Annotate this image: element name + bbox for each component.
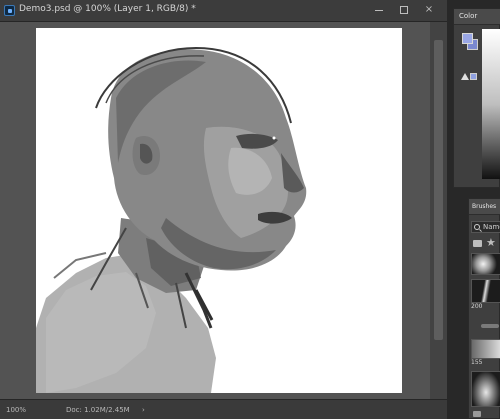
color-panel: Color [453,8,500,188]
color-picker-field[interactable] [482,29,500,179]
star-icon[interactable]: ★ [486,236,496,249]
close-button[interactable]: × [422,3,436,17]
foreground-color-swatch[interactable] [462,33,473,44]
scrollbar-thumb[interactable] [434,40,443,340]
document-title: Demo3.psd @ 100% (Layer 1, RGB/8) * [19,4,196,14]
brush-preview[interactable] [471,339,500,359]
brushes-panel-tab[interactable]: Brushes [469,199,500,215]
brush-preview[interactable] [471,253,500,275]
warning-triangle-icon[interactable] [461,73,469,80]
panel-options-icon[interactable] [473,411,481,417]
vertical-scrollbar[interactable] [430,22,447,399]
color-tab-label: Color [459,12,478,20]
document-window: Demo3.psd @ 100% (Layer 1, RGB/8) * × 10… [0,0,447,419]
brush-size-label: 200 [471,303,483,310]
maximize-button[interactable] [397,3,411,17]
folder-icon[interactable] [473,240,482,247]
brushes-tab-label: Brushes [472,203,497,210]
minimize-button[interactable] [372,3,386,17]
search-icon [474,224,480,230]
brush-preview[interactable] [471,279,500,303]
eye-highlight [272,136,276,140]
brush-preview[interactable] [471,371,500,407]
color-panel-tab[interactable]: Color [454,9,500,25]
photoshop-app: Demo3.psd @ 100% (Layer 1, RGB/8) * × 10… [0,0,500,419]
gamut-color-swatch[interactable] [470,73,477,80]
document-info: Doc: 1.02M/2.45M [66,406,130,414]
minimize-icon [375,10,383,11]
brush-search-input[interactable]: Name [471,221,500,233]
zoom-level[interactable]: 100% [6,404,34,416]
document-tab[interactable]: Demo3.psd @ 100% (Layer 1, RGB/8) * × [0,0,447,22]
portrait-painting [36,28,402,393]
brushes-panel: Brushes Name ★ 200 155 [468,198,500,419]
brush-size-slider[interactable] [481,324,499,328]
maximize-icon [400,6,408,14]
canvas[interactable] [36,28,402,393]
photoshop-icon [4,5,15,16]
canvas-area[interactable] [0,22,447,399]
status-bar: 100% Doc: 1.02M/2.45M › [0,399,447,419]
brush-size-label: 155 [471,359,483,366]
brush-search-placeholder: Name [483,223,500,231]
status-menu-arrow[interactable]: › [142,404,145,416]
